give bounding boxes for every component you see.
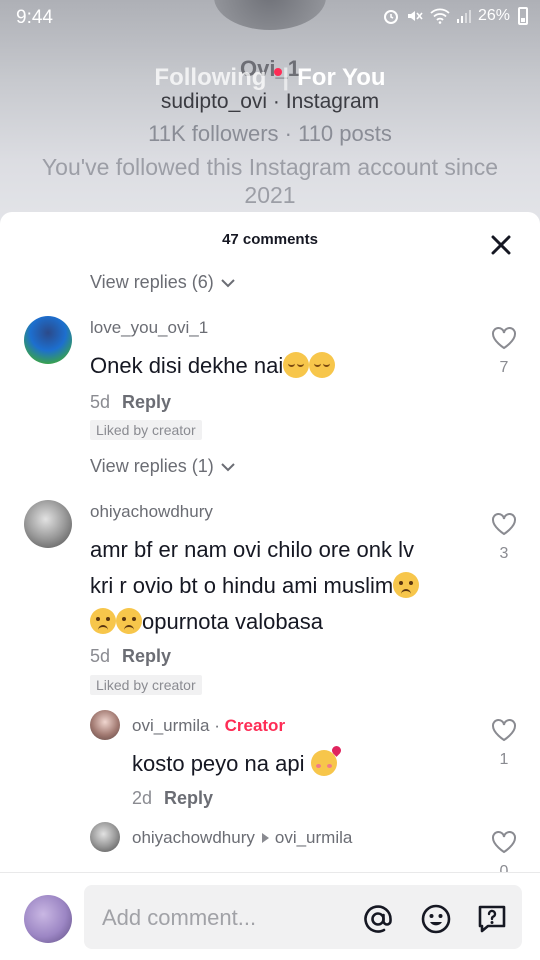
chevron-down-icon [221, 462, 235, 471]
wifi-icon [430, 8, 450, 24]
tab-separator: | [282, 64, 290, 91]
relieved-face-icon [283, 352, 310, 378]
like-button[interactable]: 1 [490, 718, 518, 769]
feed-tabs: Following | For You [0, 64, 540, 92]
comment-username[interactable]: love_you_ovi_1 [90, 318, 208, 338]
comment-line-3-wrap: opurnota valobasa [90, 604, 480, 640]
battery-percent: 26% [477, 7, 510, 24]
relieved-face-icon [309, 352, 336, 378]
like-count: 0 [499, 863, 509, 872]
heart-icon [492, 513, 516, 536]
like-button[interactable]: 0 [490, 830, 518, 872]
comment-time: 5d [90, 646, 111, 666]
emoji-icon[interactable] [420, 903, 452, 935]
like-button[interactable]: 7 [490, 326, 518, 377]
like-count: 1 [499, 751, 509, 768]
comment-time: 5d [90, 392, 111, 412]
reply-text: kosto peyo na api [132, 746, 337, 782]
reply-button[interactable]: Reply [122, 392, 171, 412]
battery-icon [518, 7, 528, 25]
status-time: 9:44 [16, 7, 53, 28]
view-replies-label: View replies (6) [90, 272, 214, 292]
chevron-down-icon [221, 278, 235, 287]
comment-line-2: kri r ovio bt o hindu ami muslim [90, 573, 394, 598]
comment-text: amr bf er nam ovi chilo ore onk lv kri r… [90, 532, 480, 640]
close-icon[interactable] [490, 234, 512, 256]
follow-since-text: You've followed this Instagram account s… [41, 154, 499, 208]
reply-time: 2d [132, 788, 153, 808]
avatar[interactable] [24, 500, 72, 548]
reply-button[interactable]: Reply [164, 788, 213, 808]
comment-input[interactable] [102, 903, 352, 933]
reply-username-line: ohiyachowdhury ovi_urmila [132, 828, 352, 848]
comment-text: Onek disi dekhe nai [90, 348, 336, 384]
reply-username-line: ovi_urmila · Creator [132, 716, 285, 736]
like-count: 3 [499, 545, 509, 562]
account-handle: sudipto_ovi · Instagram [160, 90, 380, 113]
liked-by-creator-badge: Liked by creator [90, 420, 202, 440]
caret-right-icon [261, 833, 269, 843]
heart-icon [492, 327, 516, 350]
reply-to-username[interactable]: ovi_urmila [275, 828, 352, 848]
crying-face-icon [90, 608, 116, 634]
account-stats: 11K followers · 110 posts [148, 121, 392, 146]
status-icons: 26% [382, 7, 528, 25]
crying-face-icon [116, 608, 142, 634]
username-separator: · [209, 716, 225, 735]
comment-meta: 5d Reply [90, 646, 171, 667]
like-count: 7 [499, 359, 509, 376]
alarm-icon [383, 10, 398, 24]
question-icon[interactable] [476, 903, 508, 935]
creator-badge: Creator [224, 716, 286, 735]
view-replies-button[interactable]: View replies (1) [90, 456, 236, 477]
sheet-header: 47 comments [0, 212, 540, 268]
reply-meta: 2d Reply [132, 788, 213, 809]
avatar[interactable] [24, 316, 72, 364]
comment-text-body: Onek disi dekhe nai [90, 353, 284, 378]
tab-for-you[interactable]: For You [297, 64, 385, 91]
smiling-face-with-hearts-icon [310, 750, 337, 776]
tab-following[interactable]: Following [154, 64, 266, 91]
comment-line-1: amr bf er nam ovi chilo ore onk lv [90, 537, 415, 562]
comment-line-3: opurnota valobasa [142, 609, 324, 634]
heart-icon [492, 719, 516, 742]
signal-icon [456, 10, 471, 23]
view-replies-button[interactable]: View replies (6) [90, 272, 236, 293]
reply-username[interactable]: ohiyachowdhury [132, 828, 255, 848]
comments-sheet: 47 comments View replies (6) love_you_ov… [0, 212, 540, 872]
my-avatar[interactable] [24, 895, 72, 943]
comment-line-2-wrap: kri r ovio bt o hindu ami muslim [90, 568, 480, 604]
reply-username[interactable]: ovi_urmila [132, 716, 209, 735]
mention-icon[interactable] [362, 903, 394, 935]
add-comment-bar [0, 872, 540, 960]
avatar[interactable] [90, 822, 120, 852]
like-button[interactable]: 3 [490, 512, 518, 563]
view-replies-label: View replies (1) [90, 456, 214, 476]
comment-meta: 5d Reply [90, 392, 171, 413]
liked-by-creator-badge: Liked by creator [90, 675, 202, 695]
comment-input-box[interactable] [84, 885, 522, 949]
heart-icon [492, 831, 516, 854]
mute-icon [407, 11, 423, 21]
comment-username[interactable]: ohiyachowdhury [90, 502, 213, 522]
reply-text-body: kosto peyo na api [132, 751, 305, 776]
crying-face-icon [393, 572, 420, 598]
status-bar: 9:44 26% [0, 0, 540, 36]
reply-button[interactable]: Reply [122, 646, 171, 666]
comments-count-title: 47 comments [222, 231, 318, 248]
avatar[interactable] [90, 710, 120, 740]
